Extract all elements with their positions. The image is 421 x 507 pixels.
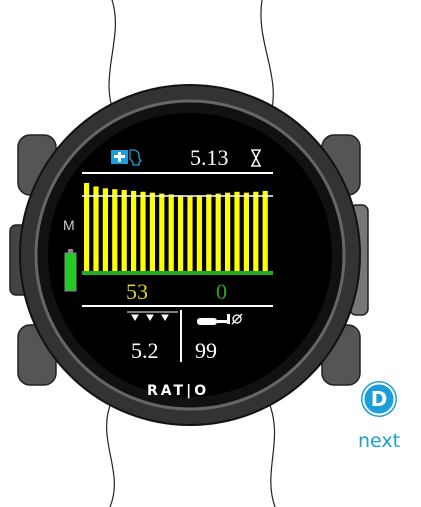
first-aid-icon <box>111 150 128 164</box>
battery-indicator <box>64 252 77 292</box>
tissue-bar-18 <box>243 192 249 271</box>
footer-right-value: 99 <box>195 338 217 363</box>
tissue-bar-12 <box>187 196 193 271</box>
tissue-bar-13 <box>196 195 202 271</box>
next-label[interactable]: next <box>358 430 400 452</box>
marker-label: M <box>63 217 75 233</box>
tissue-bar-8 <box>149 192 155 271</box>
chart-baseline <box>82 271 273 275</box>
tissue-bar-11 <box>178 195 184 271</box>
next-button-letter: D <box>371 387 388 411</box>
tissue-bar-16 <box>225 192 231 271</box>
tissue-bar-3 <box>102 188 108 271</box>
footer-left-value: 5.2 <box>131 338 159 363</box>
tissue-bar-4 <box>112 189 118 271</box>
bottom-right-value: 0 <box>216 279 227 304</box>
tissue-bar-14 <box>206 194 212 271</box>
tissue-bar-17 <box>234 191 240 271</box>
tissue-bar-5 <box>121 190 127 271</box>
tissue-bar-10 <box>168 194 174 271</box>
brand-logo: RAT|O <box>147 383 209 399</box>
tissue-bar-6 <box>131 190 137 271</box>
bottom-left-value: 53 <box>126 279 148 304</box>
time-value: 5.13 <box>190 145 229 170</box>
tissue-bar-20 <box>262 190 268 271</box>
next-button[interactable]: D <box>358 378 400 420</box>
battery-cap <box>68 249 73 253</box>
tissue-bar-19 <box>253 191 259 271</box>
tissue-bar-2 <box>93 186 99 271</box>
tissue-bar-9 <box>159 193 165 271</box>
tissue-bar-7 <box>140 191 146 271</box>
tissue-bar-15 <box>215 193 221 271</box>
